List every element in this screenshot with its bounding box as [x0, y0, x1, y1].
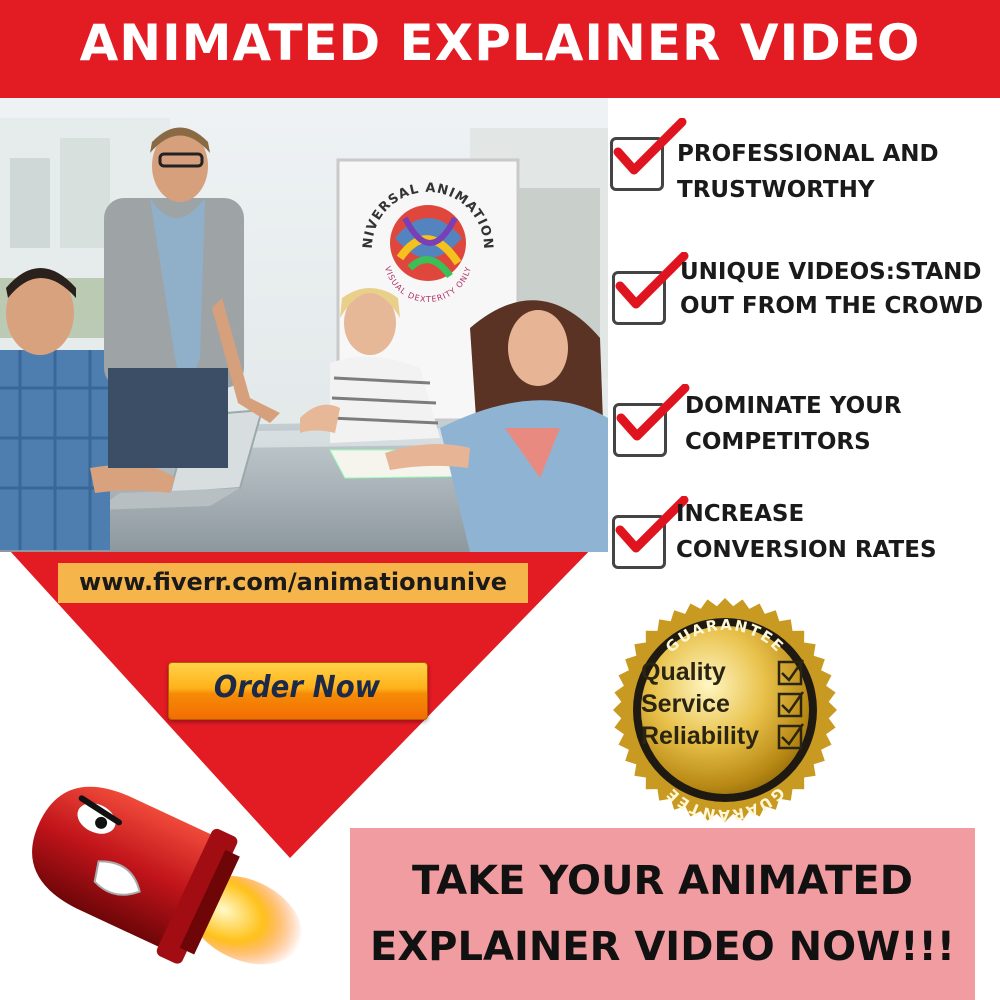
feature-3-line2: COMPETITORS	[685, 429, 871, 455]
cta-banner	[350, 828, 975, 1000]
cta-line1: TAKE YOUR ANIMATED	[412, 858, 913, 904]
check-icon	[615, 252, 689, 309]
feature-4-line2: CONVERSION RATES	[676, 537, 937, 563]
seal-item-service: Service	[641, 690, 730, 718]
rocket-bullet-icon	[32, 786, 302, 965]
guarantee-seal-icon: GUARANTEE GUARANTEE Quality Service Reli…	[613, 598, 837, 824]
order-now-label[interactable]: Order Now	[178, 670, 415, 705]
feature-3-line1: DOMINATE YOUR	[685, 393, 902, 419]
feature-2-line1: UNIQUE VIDEOS:STAND	[680, 259, 982, 285]
check-icon	[616, 384, 690, 441]
feature-4-line1: INCREASE	[676, 501, 805, 527]
team-photo: UNIVERSAL ANIMATIONS VISUAL DEXTERITY ON…	[0, 98, 608, 552]
feature-2-line2: OUT FROM THE CROWD	[680, 293, 984, 319]
feature-1-line1: PROFESSIONAL AND	[677, 141, 939, 167]
seal-item-reliability: Reliability	[641, 722, 759, 750]
page-title: ANIMATED EXPLAINER VIDEO	[79, 14, 921, 72]
feature-1-line2: TRUSTWORTHY	[677, 177, 875, 203]
cta-line2: EXPLAINER VIDEO NOW!!!	[370, 924, 955, 970]
fiverr-link[interactable]: www.fiverr.com/animationunive	[58, 568, 528, 596]
seal-item-quality: Quality	[641, 658, 726, 686]
